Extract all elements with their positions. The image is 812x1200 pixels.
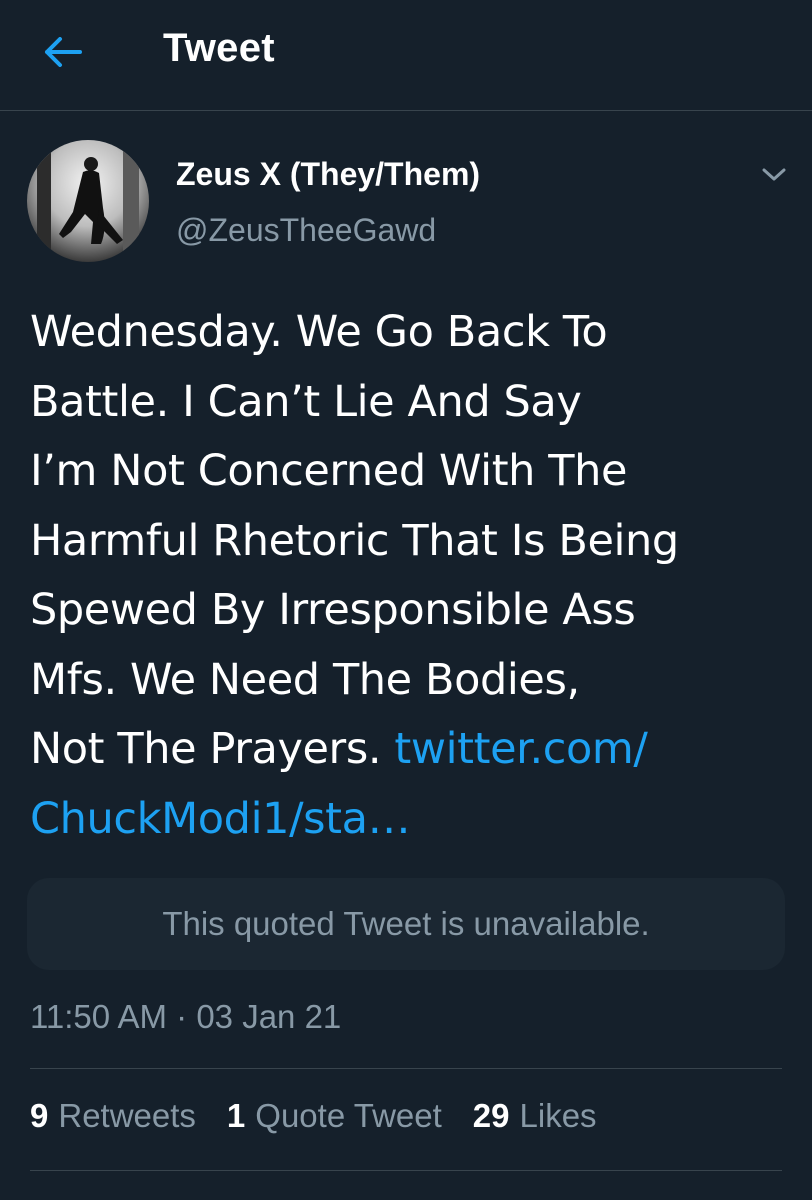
divider <box>30 1170 782 1171</box>
tweet-body: Wednesday. We Go Back To Battle. I Can’t… <box>30 307 679 774</box>
tweet-menu-button[interactable] <box>752 160 796 190</box>
tweet-time: 11:50 AM <box>30 998 167 1035</box>
quoted-tweet-box[interactable]: This quoted Tweet is unavailable. <box>27 878 785 970</box>
retweets-count: 9 <box>30 1097 49 1134</box>
top-bar: Tweet <box>0 0 812 111</box>
back-arrow-icon <box>45 37 82 67</box>
tweet-timestamp: 11:50 AM · 03 Jan 21 <box>30 998 341 1036</box>
chevron-down-icon <box>762 168 786 181</box>
avatar[interactable] <box>27 140 149 262</box>
quote-tweets-label: Quote Tweet <box>255 1097 442 1134</box>
tweet-detail-page: Tweet Zeus X (They/Them) @ZeusTheeGawd W… <box>0 0 812 1200</box>
quote-tweets-count: 1 <box>226 1097 246 1134</box>
tweet-text: Wednesday. We Go Back To Battle. I Can’t… <box>30 298 790 854</box>
avatar-image <box>27 140 149 262</box>
back-button[interactable] <box>38 28 86 76</box>
timestamp-separator: · <box>176 998 188 1035</box>
author-handle[interactable]: @ZeusTheeGawd <box>176 212 436 249</box>
tweet-date: 03 Jan 21 <box>196 998 342 1035</box>
divider <box>30 1068 782 1069</box>
retweets-label: Retweets <box>58 1097 196 1134</box>
quote-tweets-stat[interactable]: 1 Quote Tweet <box>227 1097 442 1135</box>
likes-stat[interactable]: 29 Likes <box>473 1097 597 1135</box>
retweets-stat[interactable]: 9 Retweets <box>30 1097 196 1135</box>
likes-count: 29 <box>472 1097 510 1134</box>
author-name[interactable]: Zeus X (They/Them) <box>176 156 480 193</box>
quoted-tweet-unavailable-text: This quoted Tweet is unavailable. <box>162 905 650 942</box>
likes-label: Likes <box>519 1097 597 1134</box>
page-title: Tweet <box>163 26 275 70</box>
engagement-stats: 9 Retweets 1 Quote Tweet 29 Likes <box>30 1097 597 1135</box>
